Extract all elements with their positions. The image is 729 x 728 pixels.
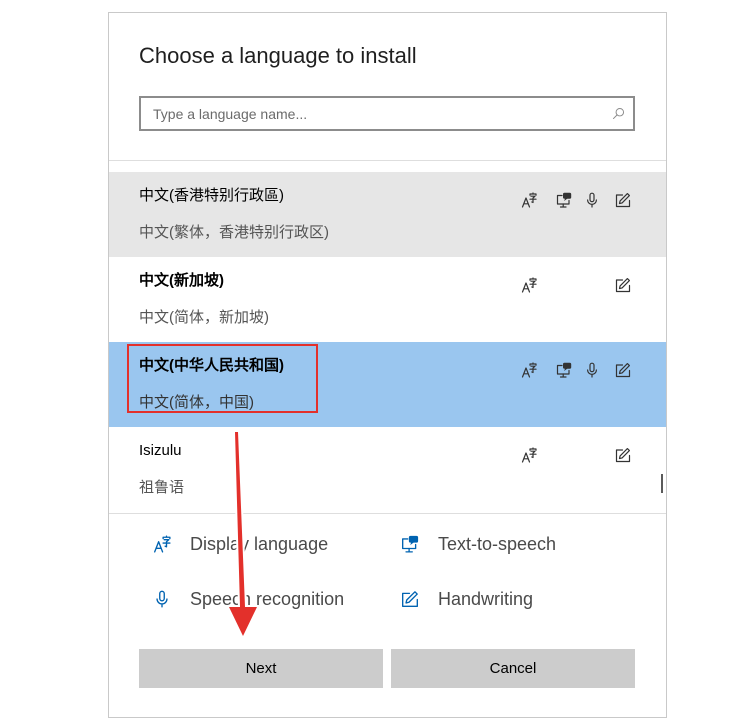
language-item[interactable]: Isizulu 祖鲁语 (109, 427, 666, 512)
language-item[interactable]: 中文(香港特别行政區) 中文(繁体，香港特别行政区) (109, 172, 666, 257)
language-features (109, 277, 666, 295)
search-box (139, 96, 635, 131)
search-icon[interactable] (612, 107, 625, 120)
display-language-icon (521, 362, 537, 378)
legend-label: Text-to-speech (438, 534, 557, 554)
legend-label: Display language (190, 534, 329, 554)
handwriting-icon (615, 447, 631, 463)
display-language-icon (521, 277, 537, 293)
cancel-button[interactable]: Cancel (391, 649, 635, 688)
display-language-icon (521, 447, 537, 463)
display-language-icon (153, 535, 171, 553)
next-button[interactable]: Next (139, 649, 383, 688)
handwriting-icon (615, 362, 631, 378)
speech-recognition-icon (153, 590, 171, 608)
legend-label: Handwriting (438, 589, 534, 609)
speech-recognition-icon (584, 362, 600, 378)
language-list: 中文(香港特别行政區) 中文(繁体，香港特别行政区) 中文(新加坡) 中文(简体… (109, 172, 666, 512)
language-native-name: 祖鲁语 (139, 479, 185, 496)
text-to-speech-icon (556, 192, 572, 208)
language-features (109, 447, 666, 465)
language-item[interactable]: 中文(新加坡) 中文(简体，新加坡) (109, 257, 666, 342)
legend-label: Speech recognition (190, 589, 345, 609)
dialog-title: Choose a language to install (139, 43, 417, 68)
search-input[interactable] (141, 98, 601, 129)
annotation-highlight-box (127, 344, 318, 413)
speech-recognition-icon (584, 192, 600, 208)
language-native-name: 中文(简体，新加坡) (139, 309, 269, 326)
text-to-speech-icon (556, 362, 572, 378)
divider (109, 513, 666, 514)
handwriting-icon (401, 590, 419, 608)
scrollbar-thumb[interactable] (661, 474, 663, 493)
handwriting-icon (615, 277, 631, 293)
handwriting-icon (615, 192, 631, 208)
text-to-speech-icon (401, 535, 419, 553)
divider (109, 160, 666, 161)
language-native-name: 中文(繁体，香港特别行政区) (139, 224, 329, 241)
language-features (109, 192, 666, 210)
display-language-icon (521, 192, 537, 208)
